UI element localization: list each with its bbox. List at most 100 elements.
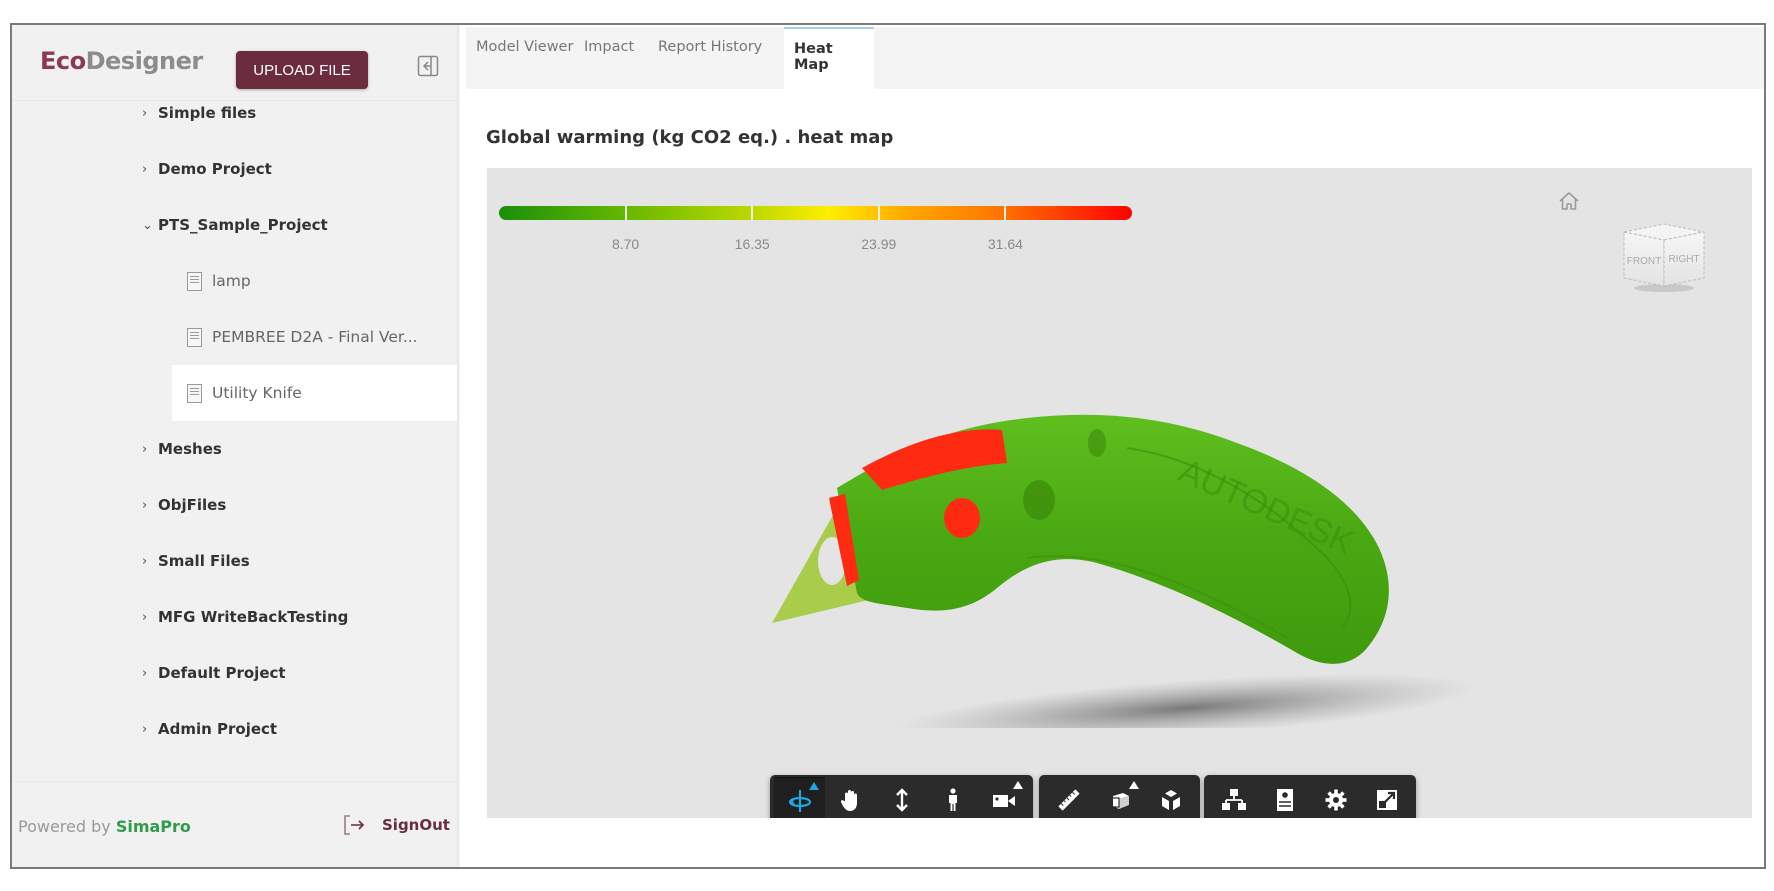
chevron-right-icon[interactable]: › — [142, 106, 154, 121]
submenu-indicator-icon — [1129, 781, 1139, 789]
sidebar: EcoDesigner UPLOAD FILE › Simple files › De… — [12, 25, 457, 867]
tree-folder[interactable]: › Small Files — [12, 533, 457, 589]
tree-folder[interactable]: › MFG WriteBackTesting — [12, 589, 457, 645]
simapro-logo: SimaPro — [115, 817, 191, 836]
pan-tool-button[interactable] — [825, 777, 876, 818]
main-panel: Model Viewer Impact Report History Heat … — [460, 25, 1764, 867]
tree-item-label: Default Project — [158, 664, 286, 682]
first-person-tool-button[interactable] — [927, 777, 978, 818]
release-button-part — [944, 498, 980, 538]
settings-tool-button[interactable] — [1310, 777, 1361, 818]
app-window: EcoDesigner UPLOAD FILE › Simple files › De… — [10, 23, 1766, 869]
file-icon — [187, 383, 202, 403]
tree-folder[interactable]: ⌄ PTS_Sample_Project — [12, 197, 457, 253]
chevron-right-icon[interactable]: › — [142, 162, 154, 177]
section-analysis-icon — [1107, 787, 1133, 813]
model-viewer-canvas[interactable]: 8.70 16.35 23.99 31.64 FRONT RIGHT AUTOD… — [487, 168, 1752, 818]
signout-icon — [344, 815, 365, 835]
tree-item-label: PEMBREE D2A - Final Ver... — [212, 328, 418, 346]
first-person-icon — [940, 787, 966, 813]
sidebar-footer: Powered by SimaPro SignOut — [12, 781, 457, 867]
brand-designer: Designer — [85, 47, 204, 75]
tree-item-label: Meshes — [158, 440, 222, 458]
chevron-down-icon[interactable]: ⌄ — [142, 218, 154, 233]
chevron-right-icon[interactable]: › — [142, 442, 154, 457]
orbit-tool-button[interactable] — [774, 777, 825, 818]
view-cube-right-label: RIGHT — [1668, 254, 1699, 265]
fullscreen-tool-button[interactable] — [1361, 777, 1412, 818]
tab-model-viewer[interactable]: Model Viewer — [466, 27, 583, 89]
tab-heat-map[interactable]: Heat Map — [784, 27, 874, 89]
tree-file[interactable]: lamp — [12, 253, 457, 309]
panel-title: Global warming (kg CO2 eq.) . heat map — [486, 127, 894, 148]
submenu-indicator-icon — [809, 782, 819, 790]
measure-tool-button[interactable] — [1043, 777, 1094, 818]
chevron-right-icon[interactable]: › — [142, 722, 154, 737]
file-icon — [187, 271, 202, 291]
home-view-icon[interactable] — [1557, 190, 1581, 212]
properties-icon — [1272, 787, 1298, 813]
file-icon — [187, 327, 202, 347]
chevron-right-icon[interactable]: › — [142, 610, 154, 625]
orbit-icon — [787, 788, 813, 814]
chevron-right-icon[interactable]: › — [142, 554, 154, 569]
tab-bar: Model Viewer Impact Report History Heat … — [466, 27, 1764, 89]
tree-item-label: Demo Project — [158, 160, 272, 178]
tree-item-label: MFG WriteBackTesting — [158, 608, 349, 626]
settings-tools-group — [1204, 775, 1416, 818]
legend-tick-label: 31.64 — [987, 236, 1023, 252]
chevron-right-icon[interactable]: › — [142, 666, 154, 681]
legend-tick — [751, 206, 754, 220]
tree-folder[interactable]: › Admin Project — [12, 701, 457, 757]
upload-file-button[interactable]: UPLOAD FILE — [236, 51, 368, 89]
legend-tick-label: 23.99 — [861, 236, 897, 252]
section-analysis-tool-button[interactable] — [1094, 777, 1145, 818]
model-shadow — [897, 673, 1477, 728]
tree-file[interactable]: Utility Knife — [172, 365, 457, 421]
camera-tool-button[interactable] — [978, 777, 1029, 818]
tree-item-label: lamp — [212, 272, 251, 290]
submenu-indicator-icon — [1013, 781, 1023, 789]
legend-tick-label: 16.35 — [734, 236, 770, 252]
tree-item-label: Small Files — [158, 552, 250, 570]
pan-icon — [838, 787, 864, 813]
tree-item-label: PTS_Sample_Project — [158, 216, 328, 234]
view-cube[interactable]: FRONT RIGHT — [1622, 216, 1706, 294]
chevron-right-icon[interactable]: › — [142, 498, 154, 513]
tree-folder[interactable]: › Default Project — [12, 645, 457, 701]
tree-item-label: ObjFiles — [158, 496, 227, 514]
zoom-tool-button[interactable] — [876, 777, 927, 818]
utility-knife-model[interactable]: AUTODESK — [767, 348, 1487, 728]
tree-item-label: Admin Project — [158, 720, 278, 738]
settings-icon — [1323, 787, 1349, 813]
measure-icon — [1056, 787, 1082, 813]
tree-folder[interactable]: › Simple files — [12, 101, 457, 141]
modeling-tools-group — [1039, 775, 1200, 818]
camera-icon — [991, 787, 1017, 813]
tab-impact[interactable]: Impact — [574, 27, 644, 89]
explode-icon — [1158, 787, 1184, 813]
legend-tick — [877, 206, 880, 220]
legend-tick-label: 8.70 — [611, 236, 640, 252]
app-logo: EcoDesigner — [40, 47, 203, 75]
project-tree: › Simple files › Demo Project ⌄ PTS_Sample_Pr… — [12, 101, 457, 781]
legend-tick — [1004, 206, 1007, 220]
tree-file[interactable]: PEMBREE D2A - Final Ver... — [12, 309, 457, 365]
model-browser-icon — [1221, 787, 1247, 813]
tree-folder[interactable]: › ObjFiles — [12, 477, 457, 533]
powered-by-label: Powered by — [18, 817, 116, 836]
tree-folder[interactable]: › Meshes — [12, 421, 457, 477]
signout-label: SignOut — [382, 816, 450, 834]
tree-folder[interactable]: › Demo Project — [12, 141, 457, 197]
explode-tool-button[interactable] — [1145, 777, 1196, 818]
fullscreen-icon — [1374, 787, 1400, 813]
brand-eco: Eco — [40, 47, 86, 75]
model-browser-tool-button[interactable] — [1208, 777, 1259, 818]
legend-tick — [624, 206, 627, 220]
tab-report-history[interactable]: Report History — [648, 27, 772, 89]
collapse-sidebar-icon[interactable] — [417, 55, 439, 77]
signout-button[interactable]: SignOut — [342, 814, 450, 836]
properties-tool-button[interactable] — [1259, 777, 1310, 818]
navigation-tools-group — [770, 775, 1033, 818]
heatmap-legend: 8.70 16.35 23.99 31.64 — [499, 206, 1132, 266]
